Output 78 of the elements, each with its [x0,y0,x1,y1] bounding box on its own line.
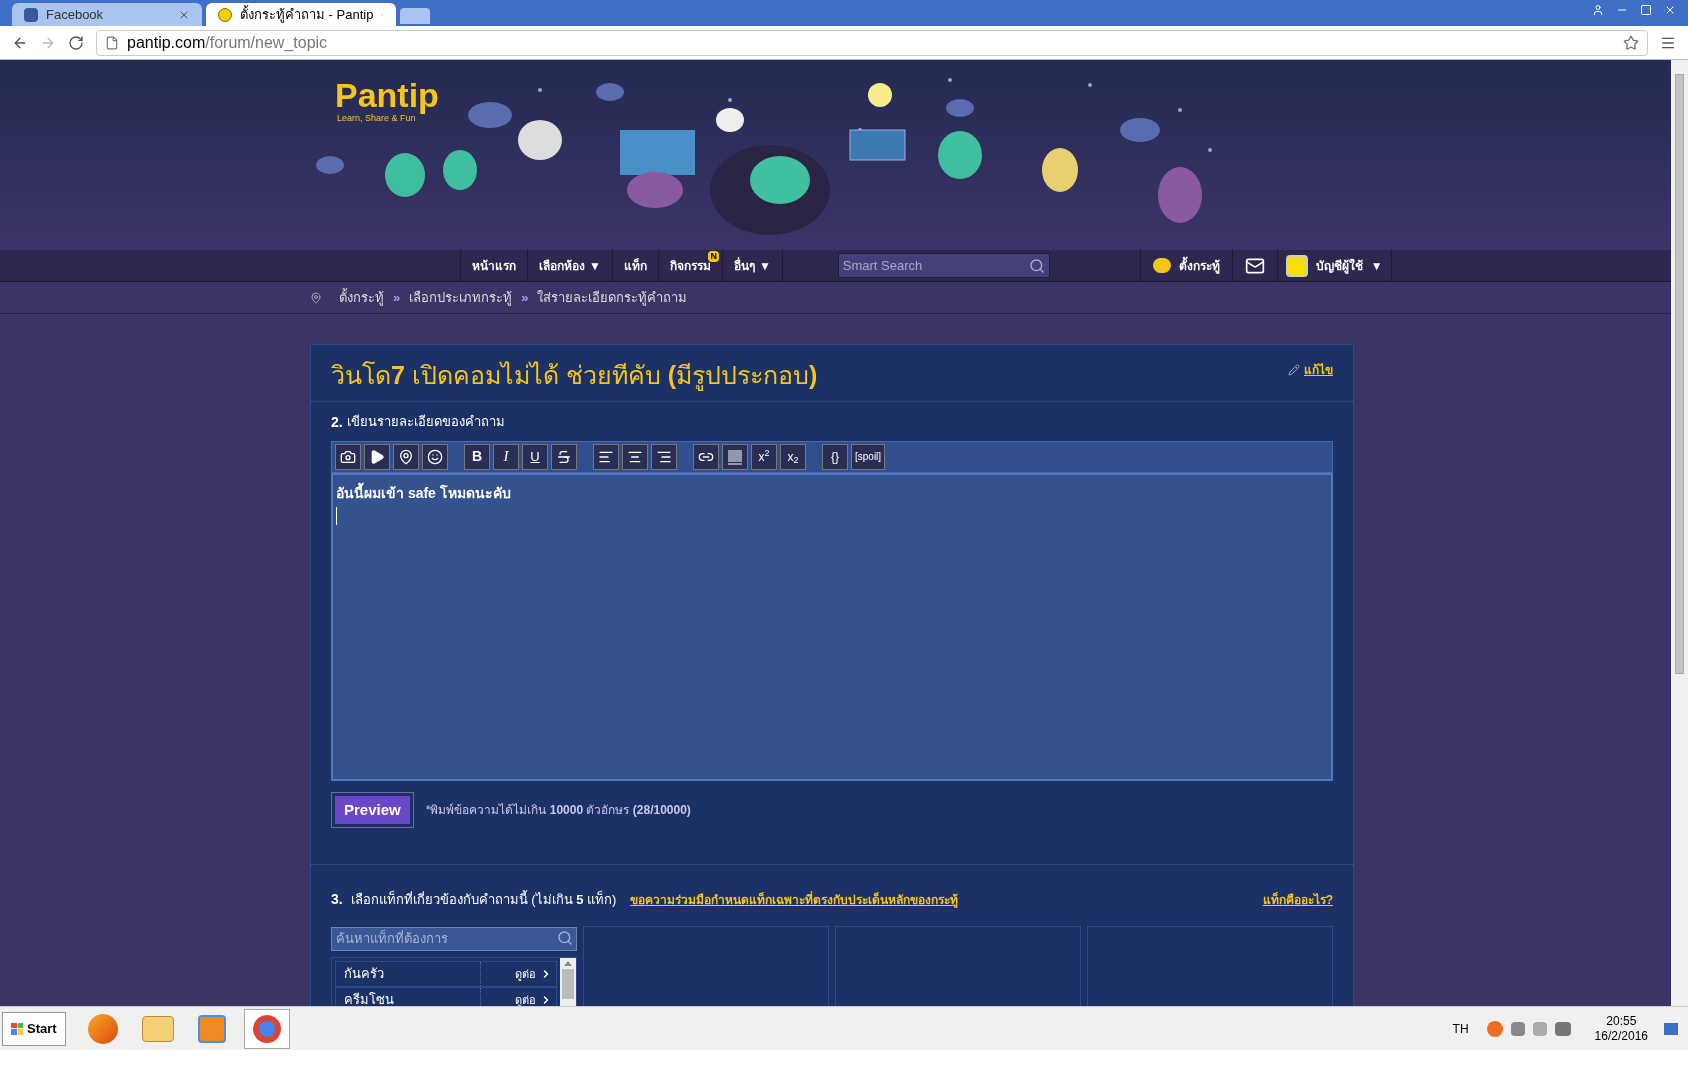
step-number: 2. [331,412,343,432]
maximize-icon[interactable] [1640,4,1652,16]
character-limit-note: *พิมพ์ข้อความได้ไม่เกิน 10000 ตัวอักษร (28/10000) [425,801,691,819]
user-icon[interactable] [1592,4,1604,16]
pencil-icon [1288,364,1300,376]
tag-name[interactable]: กันครัว [336,963,480,984]
clock-time[interactable]: 20:55 [1606,1013,1637,1029]
toolbar-button[interactable] [551,443,577,470]
nav-item[interactable]: กิจกรรม N [658,250,723,281]
new-badge: N [708,251,719,262]
start-button[interactable]: Start [2,1011,66,1046]
breadcrumb-link[interactable]: เลือกประเภทกระทู้ [409,287,513,308]
format-button[interactable]: U [522,443,548,470]
format-button[interactable]: x$^{2}$ [751,443,777,470]
play-icon [369,448,385,465]
format-button[interactable]: [spoil] [851,443,886,470]
page-icon [105,35,119,50]
breadcrumb-link[interactable]: ตั้งกระทู้ [339,287,384,308]
scrollbar[interactable] [560,957,576,1006]
step-label: เขียนรายละเอียดของคำถาม [346,413,505,432]
message-text: อันนี้ผมเข้า safe โหมดนะคับ [336,484,511,501]
toolbar-button[interactable] [393,443,419,470]
chrome-app-icon[interactable] [252,1014,281,1043]
smiley-icon [427,448,443,465]
toolbar-button[interactable] [335,443,361,470]
nav-item[interactable]: แท็ก [612,250,659,281]
format-button[interactable]: I [493,443,519,470]
map-pin-icon [398,448,414,465]
site-logo[interactable]: Pantip [335,78,439,112]
tag-name[interactable]: ครีมโซน [336,989,480,1006]
bookmark-star-icon[interactable] [1623,34,1639,51]
tab-title: Facebook [46,5,105,24]
camera-icon [340,448,356,465]
see-more-link[interactable]: ดูต่อ [515,991,536,1006]
toolbar-button[interactable] [422,443,448,470]
account-menu[interactable]: บัญชีผู้ใช้ ▼ [1277,250,1392,281]
tag-search-field[interactable]: ค้นหาแท็กที่ต้องการ [331,926,577,951]
format-button[interactable]: {} [822,443,848,470]
scroll-up-arrow-icon[interactable] [564,960,572,966]
windows-logo-icon [11,1022,23,1035]
tab-title: ตั้งกระทู้คำถาม - Pantip [240,4,374,25]
message-textarea[interactable]: อันนี้ผมเข้า safe โหมดนะคับ [331,472,1333,781]
browser-tab[interactable]: Facebook [12,3,202,26]
site-tagline: Learn, Share & Fun [337,113,416,125]
address-field[interactable]: pantip.com/forum/new_topic [96,29,1648,56]
preview-button[interactable]: Preview [335,795,410,824]
show-desktop-button[interactable] [1664,1022,1678,1035]
toolbar-button[interactable] [364,443,390,470]
toolbar-button[interactable] [651,443,677,470]
format-button[interactable]: x$_{2}$ [780,443,806,470]
browser-tab[interactable]: ตั้งกระทู้คำถาม - Pantip [206,3,396,26]
nav-item[interactable]: หน้าแรก [461,250,528,281]
location-pin-icon [310,291,322,304]
post-topic-link[interactable]: ตั้งกระทู้ [1139,250,1233,281]
url-text: pantip.com/forum/new_topic [127,32,328,53]
search-icon[interactable] [1028,258,1045,274]
toolbar-button[interactable] [622,443,648,470]
format-button[interactable]: B [464,443,490,470]
breadcrumb-separator: » [521,288,529,307]
toolbar-button[interactable] [693,443,719,470]
language-indicator[interactable]: TH [1452,1019,1469,1038]
breadcrumb-separator: » [393,288,401,307]
see-more-link[interactable]: ดูต่อ [515,965,536,982]
strikethrough-icon [556,448,572,465]
clock-date[interactable]: 16/2/2016 [1594,1028,1648,1044]
step-label: เลือกแท็กที่เกี่ยวข้องกับคำถามนี้ (ไม่เกิน 5 แท็ก) [350,889,617,909]
what-are-tags-link[interactable]: แท็กคืออะไร? [1262,890,1333,909]
topic-title: วินโด7 เปิดคอมไม่ได้ ช่วยทีคับ (มีรูปประกอบ) [331,360,819,393]
reload-icon[interactable] [68,34,84,51]
step-number: 3. [331,890,343,909]
edit-link[interactable]: แก้ไข [1304,361,1333,379]
nav-item[interactable]: เลือกห้อง ▼ [528,250,613,281]
nav-item[interactable]: อื่นๆ ▼ [722,250,783,281]
smart-search-field[interactable]: Smart Search [837,253,1050,278]
search-icon[interactable] [557,930,573,946]
page-scrollbar[interactable] [1671,60,1688,1006]
toolbar-button[interactable] [593,443,619,470]
tag-guideline-link[interactable]: ขอความร่วมมือกำหนดแท็กเฉพาะที่ตรงกับประเด็นหลักของกระทู้ [630,890,959,909]
